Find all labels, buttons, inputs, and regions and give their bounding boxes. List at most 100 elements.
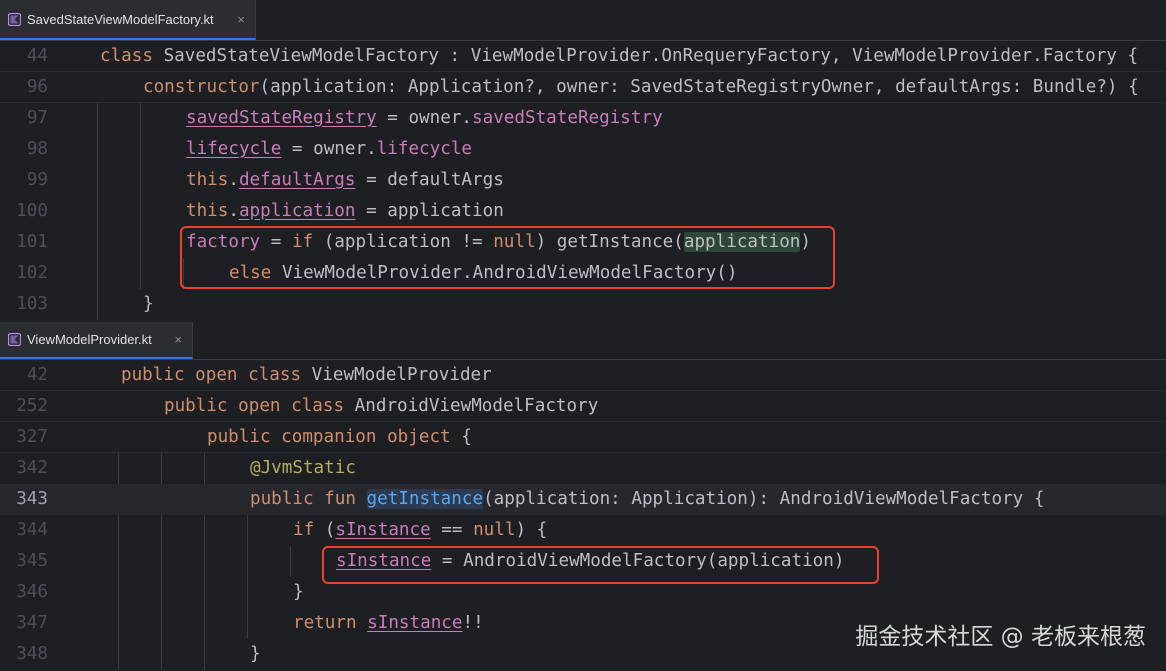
code-line[interactable]: 346} — [0, 577, 1166, 608]
code-text: if (sInstance == null) { — [293, 515, 547, 546]
tab-label: ViewModelProvider.kt — [27, 332, 152, 347]
code-line[interactable]: 97 savedStateRegistry = owner.savedStateR… — [0, 103, 1166, 134]
code-token: . — [228, 170, 239, 190]
code-editor-savedstateviewmodelfactory[interactable]: 44 class SavedStateViewModelFactory : Vie… — [0, 41, 1166, 322]
line-number: 98 — [26, 139, 48, 159]
line-number: 348 — [16, 644, 48, 664]
line-number: 42 — [26, 365, 48, 385]
line-number: 44 — [26, 46, 48, 66]
line-number: 96 — [26, 77, 48, 97]
code-token: = defaultArgs — [355, 170, 504, 190]
code-text: public open class AndroidViewModelFactor… — [164, 391, 598, 422]
code-token: = owner. — [376, 108, 473, 128]
code-line[interactable]: 100 this.application = application — [0, 196, 1166, 227]
line-number: 99 — [26, 170, 48, 190]
code-line[interactable]: 99 this.defaultArgs = defaultArgs — [0, 165, 1166, 196]
code-text: } — [143, 289, 154, 320]
code-token: = AndroidViewModelFactory(application) — [431, 551, 845, 571]
line-number: 101 — [16, 232, 48, 252]
code-text: } — [293, 577, 304, 608]
line-number: 342 — [16, 458, 48, 478]
line-number: 100 — [16, 201, 48, 221]
code-line[interactable]: 44 class SavedStateViewModelFactory : Vie… — [0, 41, 1166, 72]
line-number: 97 — [26, 108, 48, 128]
close-icon[interactable]: × — [237, 12, 245, 27]
code-text: } — [250, 639, 261, 670]
code-text: sInstance = AndroidViewModelFactory(appl… — [336, 546, 844, 577]
code-token: == — [430, 520, 474, 540]
code-token: ViewModelProvider — [311, 365, 492, 385]
code-token: class — [100, 46, 164, 66]
code-line[interactable]: 103} — [0, 289, 1166, 320]
code-token: savedStateRegistry — [472, 108, 663, 128]
code-line[interactable]: 252 public open class AndroidViewModelFac… — [0, 391, 1166, 422]
watermark-text: 掘金技术社区 @ 老板来根葱 — [855, 624, 1146, 650]
code-text: public open class ViewModelProvider — [121, 360, 492, 391]
code-token: AndroidViewModelFactory — [354, 396, 599, 416]
code-token: = — [260, 232, 292, 252]
line-number: 346 — [16, 582, 48, 602]
code-token: null — [473, 520, 516, 540]
editor-tabbar-bottom: ViewModelProvider.kt × — [0, 322, 1166, 360]
code-token: application — [238, 201, 356, 221]
line-number: 345 — [16, 551, 48, 571]
code-token: ( — [314, 520, 336, 540]
code-token: @JvmStatic — [250, 458, 356, 478]
tab-label: SavedStateViewModelFactory.kt — [27, 11, 214, 27]
code-token: this — [186, 201, 229, 221]
line-number: 347 — [16, 613, 48, 633]
code-text: else ViewModelProvider.AndroidViewModelF… — [229, 258, 737, 289]
code-token: return — [293, 613, 368, 633]
code-line[interactable]: 343 public fun getInstance(application: A… — [0, 484, 1166, 515]
code-token: } — [143, 294, 154, 314]
code-token: public open class — [164, 396, 355, 416]
code-token: if — [293, 520, 315, 540]
code-token: public fun — [250, 489, 367, 509]
code-line[interactable]: 344 if (sInstance == null) { — [0, 515, 1166, 546]
line-number: 252 — [16, 396, 48, 416]
code-token: (application: Application): AndroidViewM… — [483, 489, 1045, 509]
code-text: return sInstance!! — [293, 608, 484, 639]
code-text: constructor(application: Application?, o… — [143, 72, 1139, 103]
tab-viewmodelprovider[interactable]: ViewModelProvider.kt × — [0, 322, 193, 359]
code-line[interactable]: 345 sInstance = AndroidViewModelFactory(a… — [0, 546, 1166, 577]
code-token: (application != — [313, 232, 494, 252]
code-line[interactable]: 42 public open class ViewModelProvider — [0, 360, 1166, 391]
code-line[interactable]: 101 factory = if (application != null) ge… — [0, 227, 1166, 258]
code-token: lifecycle — [376, 139, 473, 159]
line-number: 102 — [16, 263, 48, 283]
code-line[interactable]: 98 lifecycle = owner.lifecycle — [0, 134, 1166, 165]
editor-tabbar-top: SavedStateViewModelFactory.kt × — [0, 0, 1166, 41]
code-line[interactable]: 342 @JvmStatic — [0, 453, 1166, 484]
code-line[interactable]: 327 public companion object { — [0, 422, 1166, 453]
code-token: constructor — [143, 77, 260, 97]
code-text: lifecycle = owner.lifecycle — [186, 134, 472, 165]
code-text: this.application = application — [186, 196, 504, 227]
line-number: 103 — [16, 294, 48, 314]
line-number: 343 — [16, 489, 48, 509]
code-token: sInstance — [367, 613, 463, 633]
code-token: this — [186, 170, 229, 190]
code-text: savedStateRegistry = owner.savedStateReg… — [186, 103, 663, 134]
code-token: ) { — [515, 520, 548, 540]
code-token: if — [291, 232, 314, 252]
code-token: = owner. — [281, 139, 377, 159]
code-text: public fun getInstance(application: Appl… — [250, 484, 1044, 515]
kotlin-file-icon — [8, 12, 21, 26]
code-token: public companion object — [207, 427, 462, 447]
code-text: @JvmStatic — [250, 453, 356, 484]
tab-savedstateviewmodelfactory[interactable]: SavedStateViewModelFactory.kt × — [0, 0, 256, 40]
code-text: class SavedStateViewModelFactory : ViewM… — [100, 41, 1138, 72]
code-token: factory — [186, 232, 261, 252]
code-token: (application: Application?, owner: Saved… — [259, 77, 1139, 97]
code-token: = application — [355, 201, 504, 221]
code-token: . — [228, 201, 239, 221]
code-text: this.defaultArgs = defaultArgs — [186, 165, 504, 196]
code-token: { — [461, 427, 472, 447]
code-token: ) getInstance( — [535, 232, 684, 252]
code-token: sInstance — [335, 520, 431, 540]
code-line[interactable]: 102 else ViewModelProvider.AndroidViewMod… — [0, 258, 1166, 289]
close-icon[interactable]: × — [174, 332, 182, 347]
code-token: !! — [462, 613, 484, 633]
code-line[interactable]: 96 constructor(application: Application?,… — [0, 72, 1166, 103]
